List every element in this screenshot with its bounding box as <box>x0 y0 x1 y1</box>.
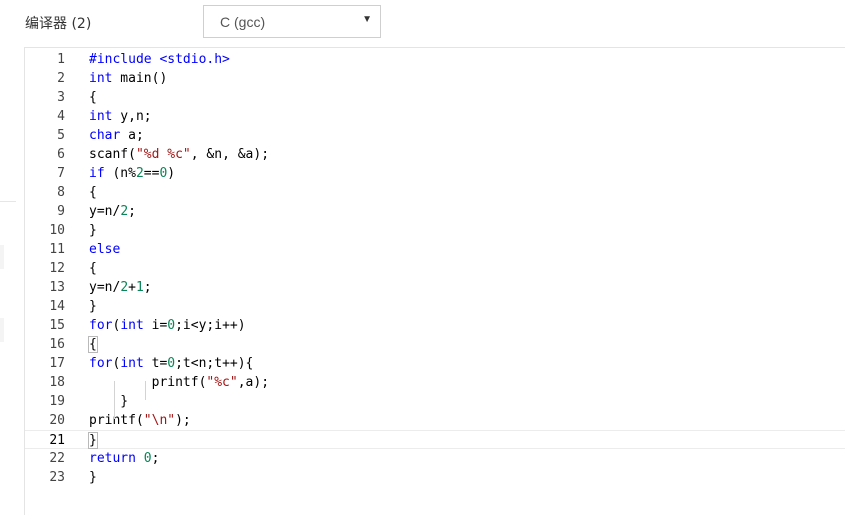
code-line[interactable]: 4 int y,n; <box>25 107 845 126</box>
code-text[interactable]: #include <stdio.h> <box>89 50 230 69</box>
side-divider <box>0 201 16 202</box>
code-text[interactable]: scanf("%d %c", &n, &a); <box>89 145 269 164</box>
line-number: 18 <box>49 375 65 390</box>
code-text[interactable]: printf("%c",a); <box>89 373 269 392</box>
code-text[interactable]: if (n%2==0) <box>89 164 175 183</box>
code-text[interactable]: } <box>89 221 97 240</box>
code-line[interactable]: 16 { <box>25 335 845 354</box>
code-line[interactable]: 14} <box>25 297 845 316</box>
code-line[interactable]: 23} <box>25 468 845 487</box>
code-line[interactable]: 12 { <box>25 259 845 278</box>
line-number: 23 <box>49 470 65 485</box>
line-number: 1 <box>57 52 65 67</box>
side-panel-edge <box>0 318 4 342</box>
code-text[interactable]: { <box>88 335 98 354</box>
code-text[interactable]: for(int i=0;i<y;i++) <box>89 316 246 335</box>
line-number: 5 <box>57 128 65 143</box>
code-line[interactable]: 15 for(int i=0;i<y;i++) <box>25 316 845 335</box>
code-line[interactable]: 21} <box>25 430 845 449</box>
code-line[interactable]: 1 #include <stdio.h> <box>25 50 845 69</box>
line-number: 3 <box>57 90 65 105</box>
language-select[interactable]: C (gcc) ▼ <box>203 5 381 38</box>
line-number: 13 <box>49 280 65 295</box>
code-line[interactable]: 18 printf("%c",a); <box>25 373 845 392</box>
line-number: 4 <box>57 109 65 124</box>
line-number: 6 <box>57 147 65 162</box>
code-line[interactable]: 7 if (n%2==0) <box>25 164 845 183</box>
code-line[interactable]: 9 y=n/2; <box>25 202 845 221</box>
code-line[interactable]: 3{ <box>25 88 845 107</box>
line-number: 12 <box>49 261 65 276</box>
line-number: 20 <box>49 413 65 428</box>
compiler-label: 编译器 (2) <box>25 16 92 32</box>
line-number: 15 <box>49 318 65 333</box>
line-number: 16 <box>49 337 65 352</box>
code-line[interactable]: 19 } <box>25 392 845 411</box>
side-panel-edge <box>0 245 4 269</box>
code-text[interactable]: y=n/2+1; <box>89 278 152 297</box>
code-text[interactable]: { <box>89 183 97 202</box>
line-number: 10 <box>49 223 65 238</box>
code-line[interactable]: 13 y=n/2+1; <box>25 278 845 297</box>
code-text[interactable]: int y,n; <box>89 107 152 126</box>
line-number: 8 <box>57 185 65 200</box>
indent-guide <box>145 381 146 400</box>
code-line[interactable]: 6 scanf("%d %c", &n, &a); <box>25 145 845 164</box>
line-number: 21 <box>49 433 65 448</box>
code-text[interactable]: char a; <box>89 126 144 145</box>
line-number: 9 <box>57 204 65 219</box>
code-line[interactable]: 10} <box>25 221 845 240</box>
code-text[interactable]: return 0; <box>89 449 159 468</box>
code-text[interactable]: { <box>89 259 97 278</box>
code-text[interactable]: } <box>88 431 98 450</box>
code-line[interactable]: 22 return 0; <box>25 449 845 468</box>
code-text[interactable]: } <box>89 468 97 487</box>
line-number: 22 <box>49 451 65 466</box>
code-text[interactable]: printf("\n"); <box>89 411 191 430</box>
indent-guide <box>114 381 115 419</box>
code-line[interactable]: 20 printf("\n"); <box>25 411 845 430</box>
line-number: 2 <box>57 71 65 86</box>
code-text[interactable]: { <box>89 88 97 107</box>
line-number: 7 <box>57 166 65 181</box>
code-editor[interactable]: 1 #include <stdio.h> 2 int main() 3{4 int y,n… <box>24 47 845 515</box>
code-text[interactable]: for(int t=0;t<n;t++){ <box>89 354 253 373</box>
code-text[interactable]: } <box>89 297 97 316</box>
language-selected-value: C (gcc) <box>220 14 266 30</box>
code-text[interactable]: int main() <box>89 69 167 88</box>
code-line[interactable]: 2 int main() <box>25 69 845 88</box>
code-line[interactable]: 5 char a; <box>25 126 845 145</box>
line-number: 19 <box>49 394 65 409</box>
editor-header: 编译器 (2) C (gcc) ▼ <box>0 0 845 46</box>
line-number: 11 <box>49 242 65 257</box>
code-text[interactable]: y=n/2; <box>89 202 136 221</box>
line-number: 17 <box>49 356 65 371</box>
code-text[interactable]: } <box>89 392 128 411</box>
code-line[interactable]: 8{ <box>25 183 845 202</box>
code-line[interactable]: 17 for(int t=0;t<n;t++){ <box>25 354 845 373</box>
code-text[interactable]: else <box>89 240 120 259</box>
line-number: 14 <box>49 299 65 314</box>
code-line[interactable]: 11 else <box>25 240 845 259</box>
chevron-down-icon: ▼ <box>362 14 372 25</box>
